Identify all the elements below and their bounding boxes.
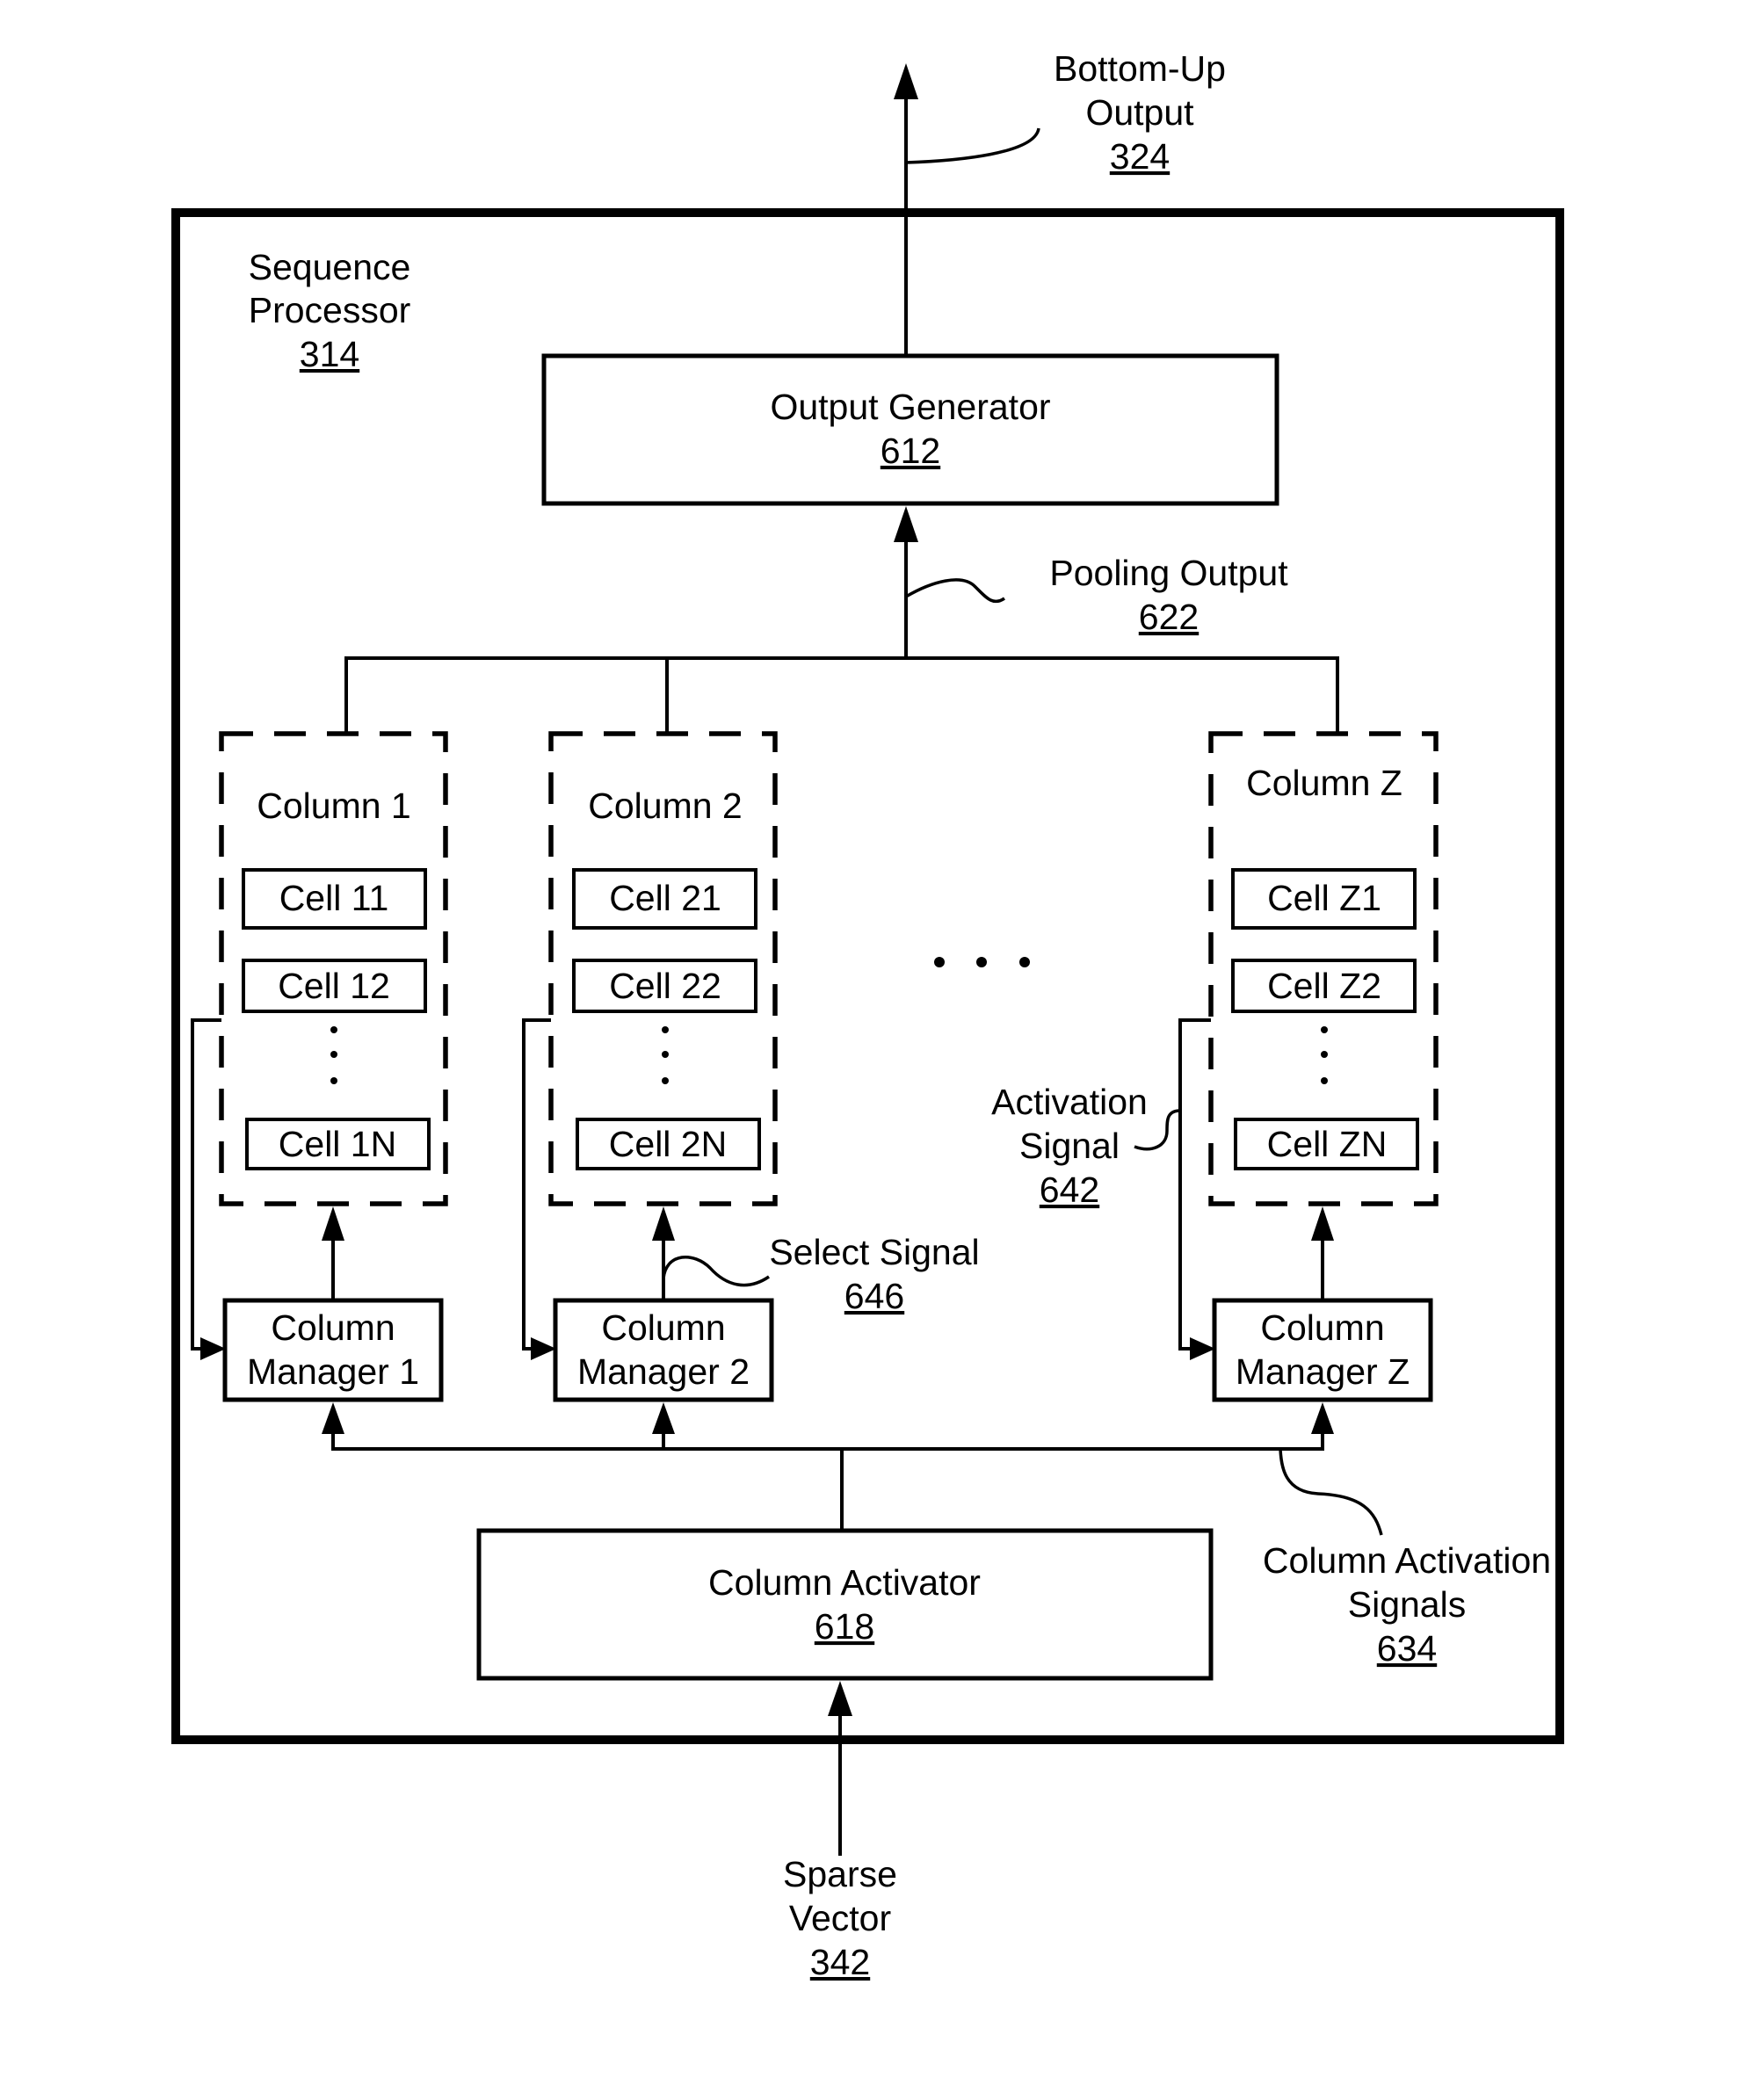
column-manager-2-label-line1: Column — [601, 1307, 725, 1348]
bottom-up-output-label-line2: Output — [1085, 92, 1194, 133]
column-activator-label: Column Activator — [708, 1562, 981, 1603]
sparse-vector-label-line2: Vector — [789, 1898, 891, 1938]
vertical-ellipsis-dot — [330, 1026, 337, 1033]
activation-signal-label-line2: Signal — [1019, 1126, 1120, 1166]
vertical-ellipsis-dot — [1321, 1077, 1328, 1084]
cell-12-label: Cell 12 — [278, 966, 390, 1006]
arrowhead-icon — [1311, 1402, 1334, 1434]
column-1: Column 1 Cell 11 Cell 12 Cell 1N — [219, 731, 448, 1206]
column-manager-1-label-line2: Manager 1 — [247, 1351, 419, 1392]
arrowhead-icon — [828, 1681, 852, 1716]
column-manager-1-label-line1: Column — [271, 1307, 395, 1348]
bottom-up-output-ref: 324 — [1110, 136, 1170, 177]
cell-1n-label: Cell 1N — [279, 1124, 396, 1164]
sequence-processor-title-line1: Sequence — [249, 247, 411, 287]
column-z-feedback-line — [1178, 1018, 1211, 1351]
vertical-ellipsis-dot — [330, 1051, 337, 1058]
pooling-output-label: Pooling Output — [1049, 553, 1288, 593]
cell-2n-label: Cell 2N — [609, 1124, 727, 1164]
column-manager-2-label-line2: Manager 2 — [577, 1351, 750, 1392]
column-activation-signals-label-line2: Signals — [1348, 1584, 1466, 1625]
column-2-feedback-line — [522, 1018, 551, 1351]
arrowhead-icon — [894, 63, 918, 99]
output-generator-ref: 612 — [881, 431, 940, 471]
column-activator-ref: 618 — [815, 1606, 874, 1647]
arrowhead-icon — [322, 1206, 344, 1241]
arrowhead-icon — [652, 1402, 675, 1434]
select-signal-leader — [662, 1256, 770, 1287]
activation-signal-label-line1: Activation — [991, 1082, 1148, 1122]
arrowhead-icon — [531, 1337, 556, 1360]
bottom-up-output-label-line1: Bottom-Up — [1054, 48, 1226, 89]
cell-z1-label: Cell Z1 — [1267, 878, 1381, 918]
column-activation-bus — [331, 1415, 1324, 1451]
cell-11-label: Cell 11 — [279, 878, 389, 918]
column-activator-box — [476, 1528, 1214, 1681]
column-activation-signals-ref: 634 — [1377, 1628, 1437, 1669]
arrowhead-icon — [1190, 1337, 1215, 1360]
pooling-arrowhead-icon — [894, 506, 918, 542]
cell-22-label: Cell 22 — [609, 966, 721, 1006]
sparse-vector-label-line1: Sparse — [783, 1854, 897, 1894]
sequence-processor-diagram: Bottom-Up Output 324 Sequence Processor … — [171, 48, 1564, 1982]
arrowhead-icon — [322, 1402, 344, 1434]
column-z-title: Column Z — [1246, 763, 1402, 803]
vertical-ellipsis-dot — [662, 1051, 669, 1058]
column-manager-z-label-line1: Column — [1260, 1307, 1384, 1348]
column-manager-z-label-line2: Manager Z — [1236, 1351, 1410, 1392]
sequence-processor-title-line2: Processor — [249, 290, 411, 330]
vertical-ellipsis-dot — [662, 1077, 669, 1084]
arrowhead-icon — [652, 1206, 675, 1241]
pooling-output-leader — [905, 578, 1005, 604]
cell-z2-label: Cell Z2 — [1267, 966, 1381, 1006]
vertical-ellipsis-dot — [1321, 1026, 1328, 1033]
arrowhead-icon — [1311, 1206, 1334, 1241]
output-generator-label: Output Generator — [770, 387, 1050, 427]
sequence-processor-ref: 314 — [300, 334, 359, 374]
cell-zn-label: Cell ZN — [1267, 1124, 1388, 1164]
arrowhead-icon — [200, 1337, 226, 1360]
activation-signal-ref: 642 — [1040, 1169, 1099, 1210]
sparse-vector-ref: 342 — [810, 1942, 870, 1982]
output-generator-box — [541, 353, 1279, 506]
pooling-output-ref: 622 — [1139, 597, 1199, 637]
pooling-bus — [344, 656, 1339, 733]
horizontal-ellipsis-icon — [934, 957, 1030, 967]
column-2: Column 2 Cell 21 Cell 22 Cell 2N — [548, 731, 778, 1206]
bottom-up-output-leader — [905, 127, 1040, 164]
vertical-ellipsis-dot — [330, 1077, 337, 1084]
column-1-title: Column 1 — [257, 786, 410, 826]
select-signal-ref: 646 — [844, 1276, 904, 1316]
column-1-feedback-line — [191, 1018, 221, 1351]
column-activation-signals-label-line1: Column Activation — [1263, 1540, 1551, 1581]
vertical-ellipsis-dot — [1321, 1051, 1328, 1058]
column-2-title: Column 2 — [588, 786, 742, 826]
column-activation-signals-leader — [1279, 1448, 1383, 1536]
select-signal-label: Select Signal — [769, 1232, 979, 1272]
column-z: Column Z Cell Z1 Cell Z2 Cell ZN — [1208, 731, 1439, 1206]
vertical-ellipsis-dot — [662, 1026, 669, 1033]
cell-21-label: Cell 21 — [609, 878, 721, 918]
